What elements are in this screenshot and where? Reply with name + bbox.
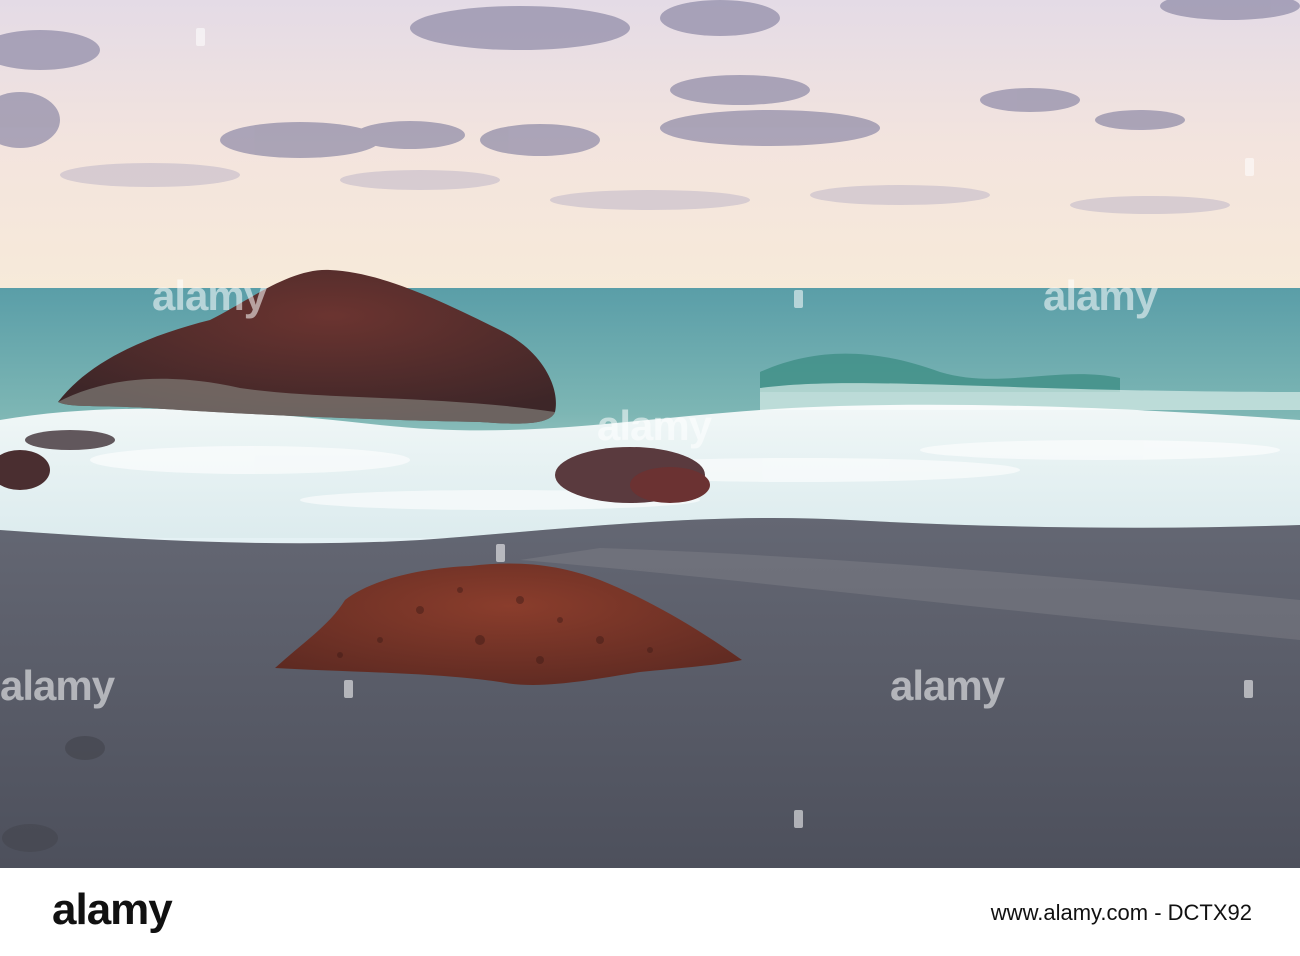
watermark-text: alamy [152,272,267,319]
watermark-mark [1245,158,1254,176]
image-id: www.alamy.com - DCTX92 [990,900,1252,925]
beach-photo: alamy alamy alamy alamy alamy [0,0,1300,868]
watermark-mark [1244,680,1253,698]
watermark-mark [496,544,505,562]
watermark-mark [196,28,205,46]
watermark-mark [794,810,803,828]
alamy-logo[interactable]: alamy [52,888,173,932]
watermark-mark [344,680,353,698]
watermark-mark [794,290,803,308]
watermark-text: alamy [1043,272,1158,319]
watermark-text: alamy [0,662,115,709]
watermark-text: alamy [890,662,1005,709]
watermark-text: alamy [597,402,712,449]
